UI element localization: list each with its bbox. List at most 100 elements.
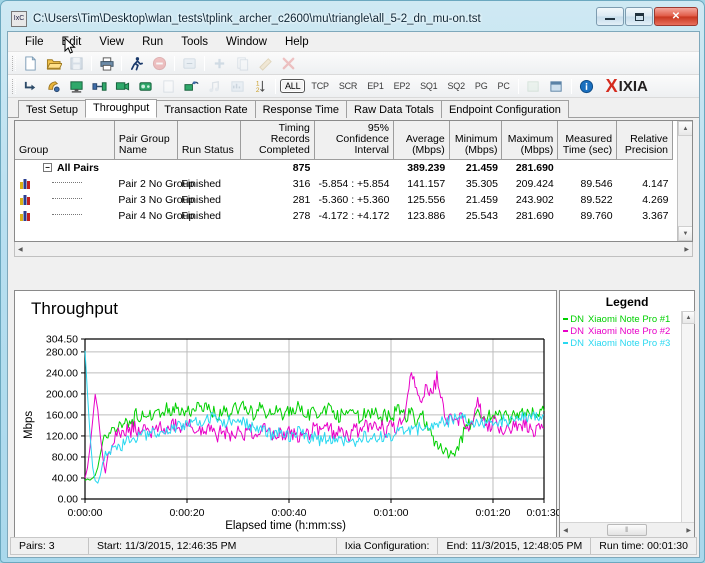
table-row[interactable]: Pair 4 No Group Finished 278 -4.172 : +4…	[15, 208, 673, 224]
col-maximum[interactable]: Maximum (Mbps)	[501, 121, 559, 160]
copy-pair-button[interactable]	[232, 53, 253, 73]
protocol-filter-scr[interactable]: SCR	[335, 80, 361, 92]
table-row[interactable]: Pair 3 No Group Finished 281 -5.360 : +5…	[15, 192, 673, 208]
multicast-pair-button[interactable]	[43, 76, 64, 96]
cell-run-status: Finished	[181, 177, 222, 190]
svg-text:40.00: 40.00	[52, 472, 78, 484]
pair-icon-button[interactable]	[20, 76, 41, 96]
save-test-button[interactable]	[66, 53, 87, 73]
protocol-filter-pg[interactable]: PG	[471, 80, 492, 92]
connection-button[interactable]	[89, 76, 110, 96]
open-test-button[interactable]	[43, 53, 64, 73]
grid-vertical-scrollbar[interactable]: ▲ ▼	[677, 121, 692, 241]
scroll-up-icon[interactable]: ▲	[678, 121, 692, 136]
cell-timing-records: 281	[292, 193, 311, 206]
toolbar-grip[interactable]	[12, 78, 16, 94]
collapse-expander-icon[interactable]: −	[43, 163, 52, 173]
scroll-down-icon[interactable]: ▼	[678, 226, 692, 241]
close-button[interactable]: ✕	[654, 7, 698, 26]
svg-text:0:00:40: 0:00:40	[271, 507, 306, 519]
protocol-filter-ep2[interactable]: EP2	[390, 80, 414, 92]
scroll-left-icon[interactable]: ◀	[15, 246, 23, 253]
svg-text:240.00: 240.00	[46, 367, 78, 379]
add-pair-button[interactable]	[209, 53, 230, 73]
menu-file[interactable]: File	[16, 34, 53, 50]
protocol-filter-tcp[interactable]: TCP	[307, 80, 332, 92]
legend-horizontal-scrollbar[interactable]: ◀ ‖ ▶	[560, 522, 694, 537]
svg-text:160.00: 160.00	[46, 409, 78, 421]
col-run-status[interactable]: Run Status	[177, 121, 241, 160]
col-group[interactable]: Group	[15, 121, 115, 160]
cell-timing-summary: 875	[292, 161, 311, 174]
delete-pair-button[interactable]	[278, 53, 299, 73]
protocol-filter-sq1[interactable]: SQ1	[416, 80, 441, 92]
new-test-button[interactable]	[20, 53, 41, 73]
export-button[interactable]	[523, 76, 544, 96]
report-button[interactable]	[227, 76, 248, 96]
protocol-filter-pc[interactable]: PC	[494, 80, 514, 92]
scroll-up-icon[interactable]: ▲	[682, 311, 695, 324]
sort-button[interactable]: 12	[250, 76, 271, 96]
protocol-filter-ep1[interactable]: EP1	[363, 80, 387, 92]
config-button[interactable]	[546, 76, 567, 96]
menu-tools[interactable]: Tools	[172, 34, 217, 50]
menu-window[interactable]: Window	[217, 34, 276, 50]
table-header-row: Group Pair Group Name Run Status Timing R…	[15, 121, 673, 160]
tab-response-time[interactable]: Response Time	[254, 100, 348, 118]
legend-item-3[interactable]: DN Xiaomi Note Pro #3	[562, 337, 681, 349]
legend-vertical-scrollbar[interactable]: ▲	[681, 311, 695, 522]
col-relative-precision[interactable]: Relative Precision	[616, 121, 673, 160]
col-confidence-interval[interactable]: 95% Confidence Interval	[314, 121, 394, 160]
legend-item-2[interactable]: DN Xiaomi Note Pro #2	[562, 325, 681, 337]
col-timing-records[interactable]: Timing Records Completed	[240, 121, 315, 160]
note-button[interactable]	[204, 76, 225, 96]
scroll-left-icon[interactable]: ◀	[560, 527, 568, 534]
voip-pair-button[interactable]	[135, 76, 156, 96]
col-confidence-interval-l2: Interval	[354, 144, 389, 156]
protocol-filter-sq2[interactable]: SQ2	[444, 80, 469, 92]
scroll-right-icon[interactable]: ▶	[686, 527, 694, 534]
col-pair-group-name[interactable]: Pair Group Name	[114, 121, 178, 160]
video-pair-button[interactable]	[112, 76, 133, 96]
endpoint1-button[interactable]	[66, 76, 87, 96]
legend-item-1-label: Xiaomi Note Pro #1	[587, 313, 671, 325]
info-button[interactable]	[576, 76, 597, 96]
tab-transaction-rate[interactable]: Transaction Rate	[156, 100, 256, 118]
scroll-right-icon[interactable]: ▶	[684, 246, 692, 253]
col-relative-precision-l2: Precision	[624, 144, 668, 156]
cell-group-summary: − All Pairs	[15, 160, 114, 176]
edit-pair-button[interactable]	[255, 53, 276, 73]
legend-item-1[interactable]: DN Xiaomi Note Pro #1	[562, 313, 681, 325]
tab-throughput[interactable]: Throughput	[84, 99, 158, 118]
table-row[interactable]: Pair 2 No Group Finished 316 -5.854 : +5…	[15, 176, 673, 192]
run-test-button[interactable]	[126, 53, 147, 73]
app-icon: IxC	[11, 11, 27, 27]
col-average[interactable]: Average (Mbps)	[393, 121, 450, 160]
col-timing-records-l1: Timing Records	[270, 122, 310, 145]
maximize-button[interactable]	[625, 7, 653, 26]
minimize-button[interactable]	[596, 7, 624, 26]
menu-view[interactable]: View	[90, 34, 133, 50]
menu-help[interactable]: Help	[276, 34, 318, 50]
protocol-filter-all[interactable]: ALL	[280, 79, 306, 93]
refresh-button[interactable]	[179, 53, 200, 73]
table-row-all-pairs[interactable]: − All Pairs 875 389.239 21.459 281.690	[15, 160, 673, 176]
menu-edit[interactable]: Edit	[53, 34, 91, 50]
menu-run[interactable]: Run	[133, 34, 172, 50]
stop-test-button[interactable]	[149, 53, 170, 73]
print-button[interactable]	[96, 53, 117, 73]
col-minimum[interactable]: Minimum (Mbps)	[449, 121, 503, 160]
cell-run-status: Finished	[181, 193, 222, 206]
col-measured-time[interactable]: Measured Time (sec)	[557, 121, 618, 160]
toolbar-grip[interactable]	[12, 55, 16, 71]
tab-endpoint-configuration[interactable]: Endpoint Configuration	[440, 100, 569, 118]
hardware-perf-button[interactable]	[181, 76, 202, 96]
legend-scroll-thumb[interactable]: ‖	[607, 524, 648, 536]
grid-horizontal-scrollbar[interactable]: ◀ ▶	[14, 242, 693, 257]
chart-plot: 304.50280.00 240.00 200.00 160.00 120.00 80.0…	[46, 334, 559, 520]
cell-maximum: 209.424	[515, 177, 554, 190]
tab-raw-data-totals[interactable]: Raw Data Totals	[346, 100, 442, 118]
tab-test-setup[interactable]: Test Setup	[18, 100, 86, 118]
script-button[interactable]	[158, 76, 179, 96]
col-confidence-interval-l1: 95% Confidence	[335, 122, 389, 145]
